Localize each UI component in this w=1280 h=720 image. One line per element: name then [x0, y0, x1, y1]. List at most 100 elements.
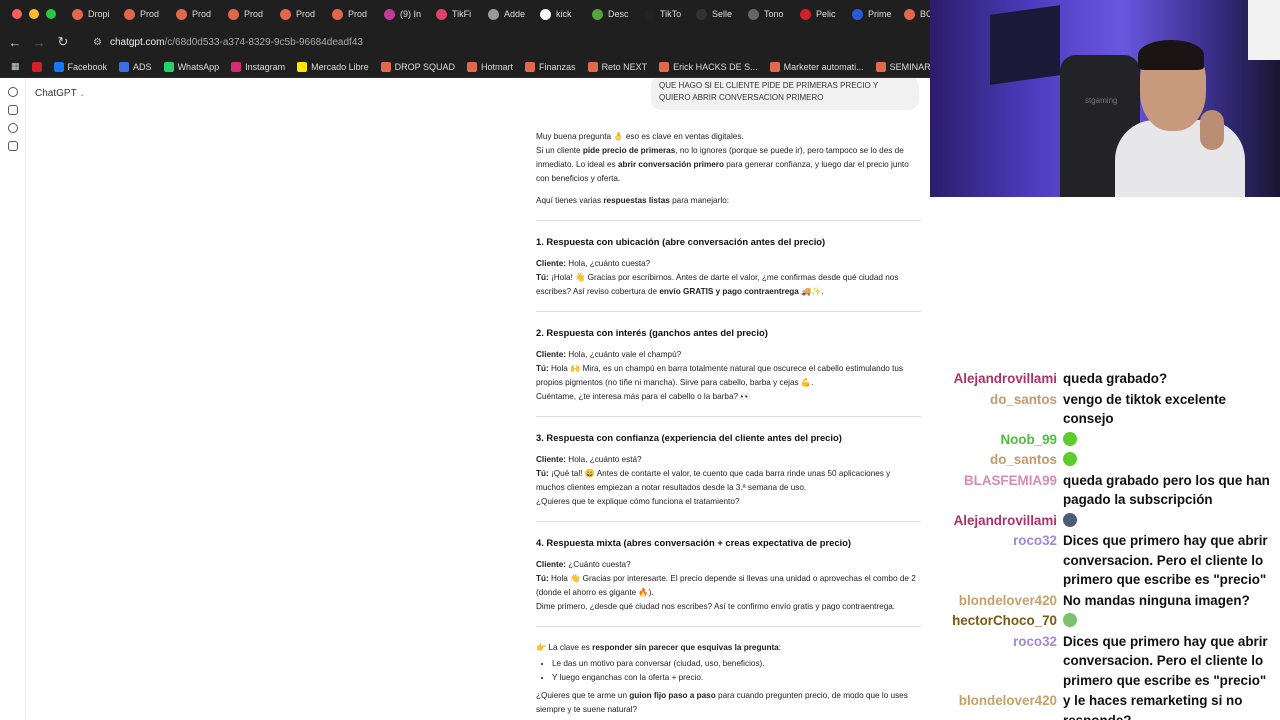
chat-text: queda grabado pero los que han pagado la…: [1063, 472, 1270, 508]
section-2-cliente: Cliente: Hola, ¿cuánto vale el champú?: [536, 350, 682, 359]
bookmark-item[interactable]: Finanzas: [520, 61, 581, 72]
bookmark-item[interactable]: Reto NEXT: [583, 61, 653, 72]
model-selector[interactable]: ChatGPT ⌄: [35, 88, 85, 99]
browser-tab[interactable]: Prod: [170, 0, 222, 28]
bookmark-item[interactable]: Hotmart: [462, 61, 518, 72]
browser-tab[interactable]: Dropi: [66, 0, 118, 28]
browser-tab[interactable]: Prime: [846, 0, 898, 28]
browser-tab[interactable]: Tono: [742, 0, 794, 28]
chat-username[interactable]: do_santos: [930, 390, 1063, 410]
search-icon[interactable]: [7, 123, 18, 133]
tab-favicon-icon: [332, 8, 343, 20]
site-settings-icon[interactable]: ⚙: [93, 37, 102, 48]
browser-tab[interactable]: Selle: [690, 0, 742, 28]
chat-username[interactable]: hectorChoco_70: [930, 611, 1063, 631]
bookmark-item[interactable]: SEMINARIOS ONLI...: [871, 61, 930, 72]
new-chat-icon[interactable]: [7, 105, 18, 115]
chat-username[interactable]: roco32: [930, 531, 1063, 551]
browser-tab[interactable]: Prod: [326, 0, 378, 28]
tab-favicon-icon: [488, 8, 499, 20]
section-1-tu: Tú: ¡Hola! 👋 Gracias por escribirnos. An…: [536, 273, 899, 296]
chat-username[interactable]: blondelover420: [930, 691, 1063, 711]
tab-label: Pelic: [816, 9, 836, 19]
chat-text: No mandas ninguna imagen?: [1063, 592, 1250, 608]
chat-emote-icon: [1063, 512, 1077, 527]
url-field[interactable]: ⚙ chatgpt.com/c/68d0d533-a374-8329-9c5b-…: [85, 31, 885, 53]
tab-label: Adde: [504, 9, 526, 19]
user-message: QUE HAGO SI EL CLIENTE PIDE DE PRIMERAS …: [651, 78, 919, 110]
browser-tab[interactable]: TikTo: [638, 0, 690, 28]
forward-icon[interactable]: →: [27, 35, 51, 50]
final-question: ¿Quieres que te arme un guion fijo paso …: [536, 691, 908, 714]
browser-tab[interactable]: Prod: [118, 0, 170, 28]
library-icon[interactable]: [7, 141, 18, 151]
section-3-extra: ¿Quieres que te explique cómo funciona e…: [536, 497, 740, 506]
maximize-window-button[interactable]: [46, 9, 56, 19]
section-1-cliente: Cliente: Hola, ¿cuánto cuesta?: [536, 259, 651, 268]
chat-username[interactable]: Alejandrovillami: [930, 369, 1063, 389]
key-point: 👉 La clave es responder sin parecer que …: [536, 643, 782, 652]
tab-label: TikFi: [452, 9, 472, 19]
tab-favicon-icon: [124, 8, 135, 20]
section-1-title: 1. Respuesta con ubicación (abre convers…: [536, 236, 826, 247]
chat-username[interactable]: BLASFEMIA99: [930, 471, 1063, 491]
browser-tab[interactable]: Prod: [274, 0, 326, 28]
tab-label: Prod: [192, 9, 212, 19]
tab-favicon-icon: [72, 8, 83, 20]
list-item: Y luego enganchas con la oferta + precio…: [552, 671, 921, 685]
browser-tab[interactable]: TikFi: [430, 0, 482, 28]
chat-message: Alejandrovillami: [930, 511, 1280, 531]
chat-username[interactable]: Noob_99: [930, 430, 1063, 450]
window-controls: [0, 9, 66, 19]
browser-tab[interactable]: Desc: [586, 0, 638, 28]
bookmark-icon: [769, 61, 780, 72]
tab-favicon-icon: [176, 8, 187, 20]
list-item: Le das un motivo para conversar (ciudad,…: [552, 657, 921, 671]
browser-tab[interactable]: Adde: [482, 0, 534, 28]
bookmark-item[interactable]: Instagram: [226, 61, 290, 72]
tab-favicon-icon: [644, 8, 655, 20]
section-2-extra: Cuéntame, ¿te interesa más para el cabel…: [536, 392, 751, 401]
tab-favicon-icon: [800, 8, 811, 20]
chair-brand: stgaming: [1085, 96, 1118, 105]
back-icon[interactable]: ←: [3, 35, 27, 50]
reload-icon[interactable]: ↻: [51, 34, 75, 50]
bookmark-item[interactable]: Marketer automati...: [765, 61, 869, 72]
apps-grid-icon[interactable]: ▦: [6, 61, 25, 72]
bookmark-item[interactable]: DROP SQUAD: [376, 61, 460, 72]
bookmark-item[interactable]: Erick HACKS DE S...: [654, 61, 763, 72]
bookmark-label: SEMINARIOS ONLI...: [889, 61, 930, 72]
tab-label: Desc: [608, 9, 629, 19]
chat-username[interactable]: blondelover420: [930, 591, 1063, 611]
openai-logo-icon[interactable]: [7, 87, 18, 97]
chat-message: blondelover420 No mandas ninguna imagen?: [930, 591, 1280, 611]
chat-emote-icon: [1063, 431, 1077, 446]
chat-username[interactable]: Alejandrovillami: [930, 511, 1063, 531]
bookmark-label: Hotmart: [481, 61, 514, 72]
tab-favicon-icon: [280, 8, 291, 20]
section-4-title: 4. Respuesta mixta (abres conversación +…: [536, 537, 851, 548]
chat-message: blondelover420 y le haces remarketing si …: [930, 691, 1280, 720]
bookmark-label: Finanzas: [539, 61, 576, 72]
chat-username[interactable]: roco32: [930, 632, 1063, 652]
bookmark-item[interactable]: ADS: [114, 61, 157, 72]
bookmark-item[interactable]: WhatsApp: [159, 61, 225, 72]
browser-tab[interactable]: (9) In: [378, 0, 430, 28]
intro-line-2: Si un cliente pide precio de primeras, n…: [536, 146, 909, 183]
tab-label: Prod: [296, 9, 316, 19]
bookmark-item[interactable]: [27, 61, 47, 72]
chat-emote-icon: [1063, 452, 1077, 466]
close-window-button[interactable]: [12, 9, 22, 19]
tab-label: Prime: [868, 9, 892, 19]
browser-tab[interactable]: Pelic: [794, 0, 846, 28]
browser-tab[interactable]: BOF: [898, 0, 930, 28]
bookmark-item[interactable]: Mercado Libre: [292, 61, 374, 72]
tab-favicon-icon: [540, 8, 551, 20]
browser-tab[interactable]: Prod: [222, 0, 274, 28]
browser-tab[interactable]: kick: [534, 0, 586, 28]
chat-username[interactable]: do_santos: [930, 450, 1063, 470]
stream-chat: Alejandrovillami queda grabado? do_santos v…: [930, 369, 1280, 720]
tab-label: TikTo: [660, 9, 682, 19]
bookmark-item[interactable]: Facebook: [49, 61, 113, 72]
minimize-window-button[interactable]: [29, 9, 39, 19]
